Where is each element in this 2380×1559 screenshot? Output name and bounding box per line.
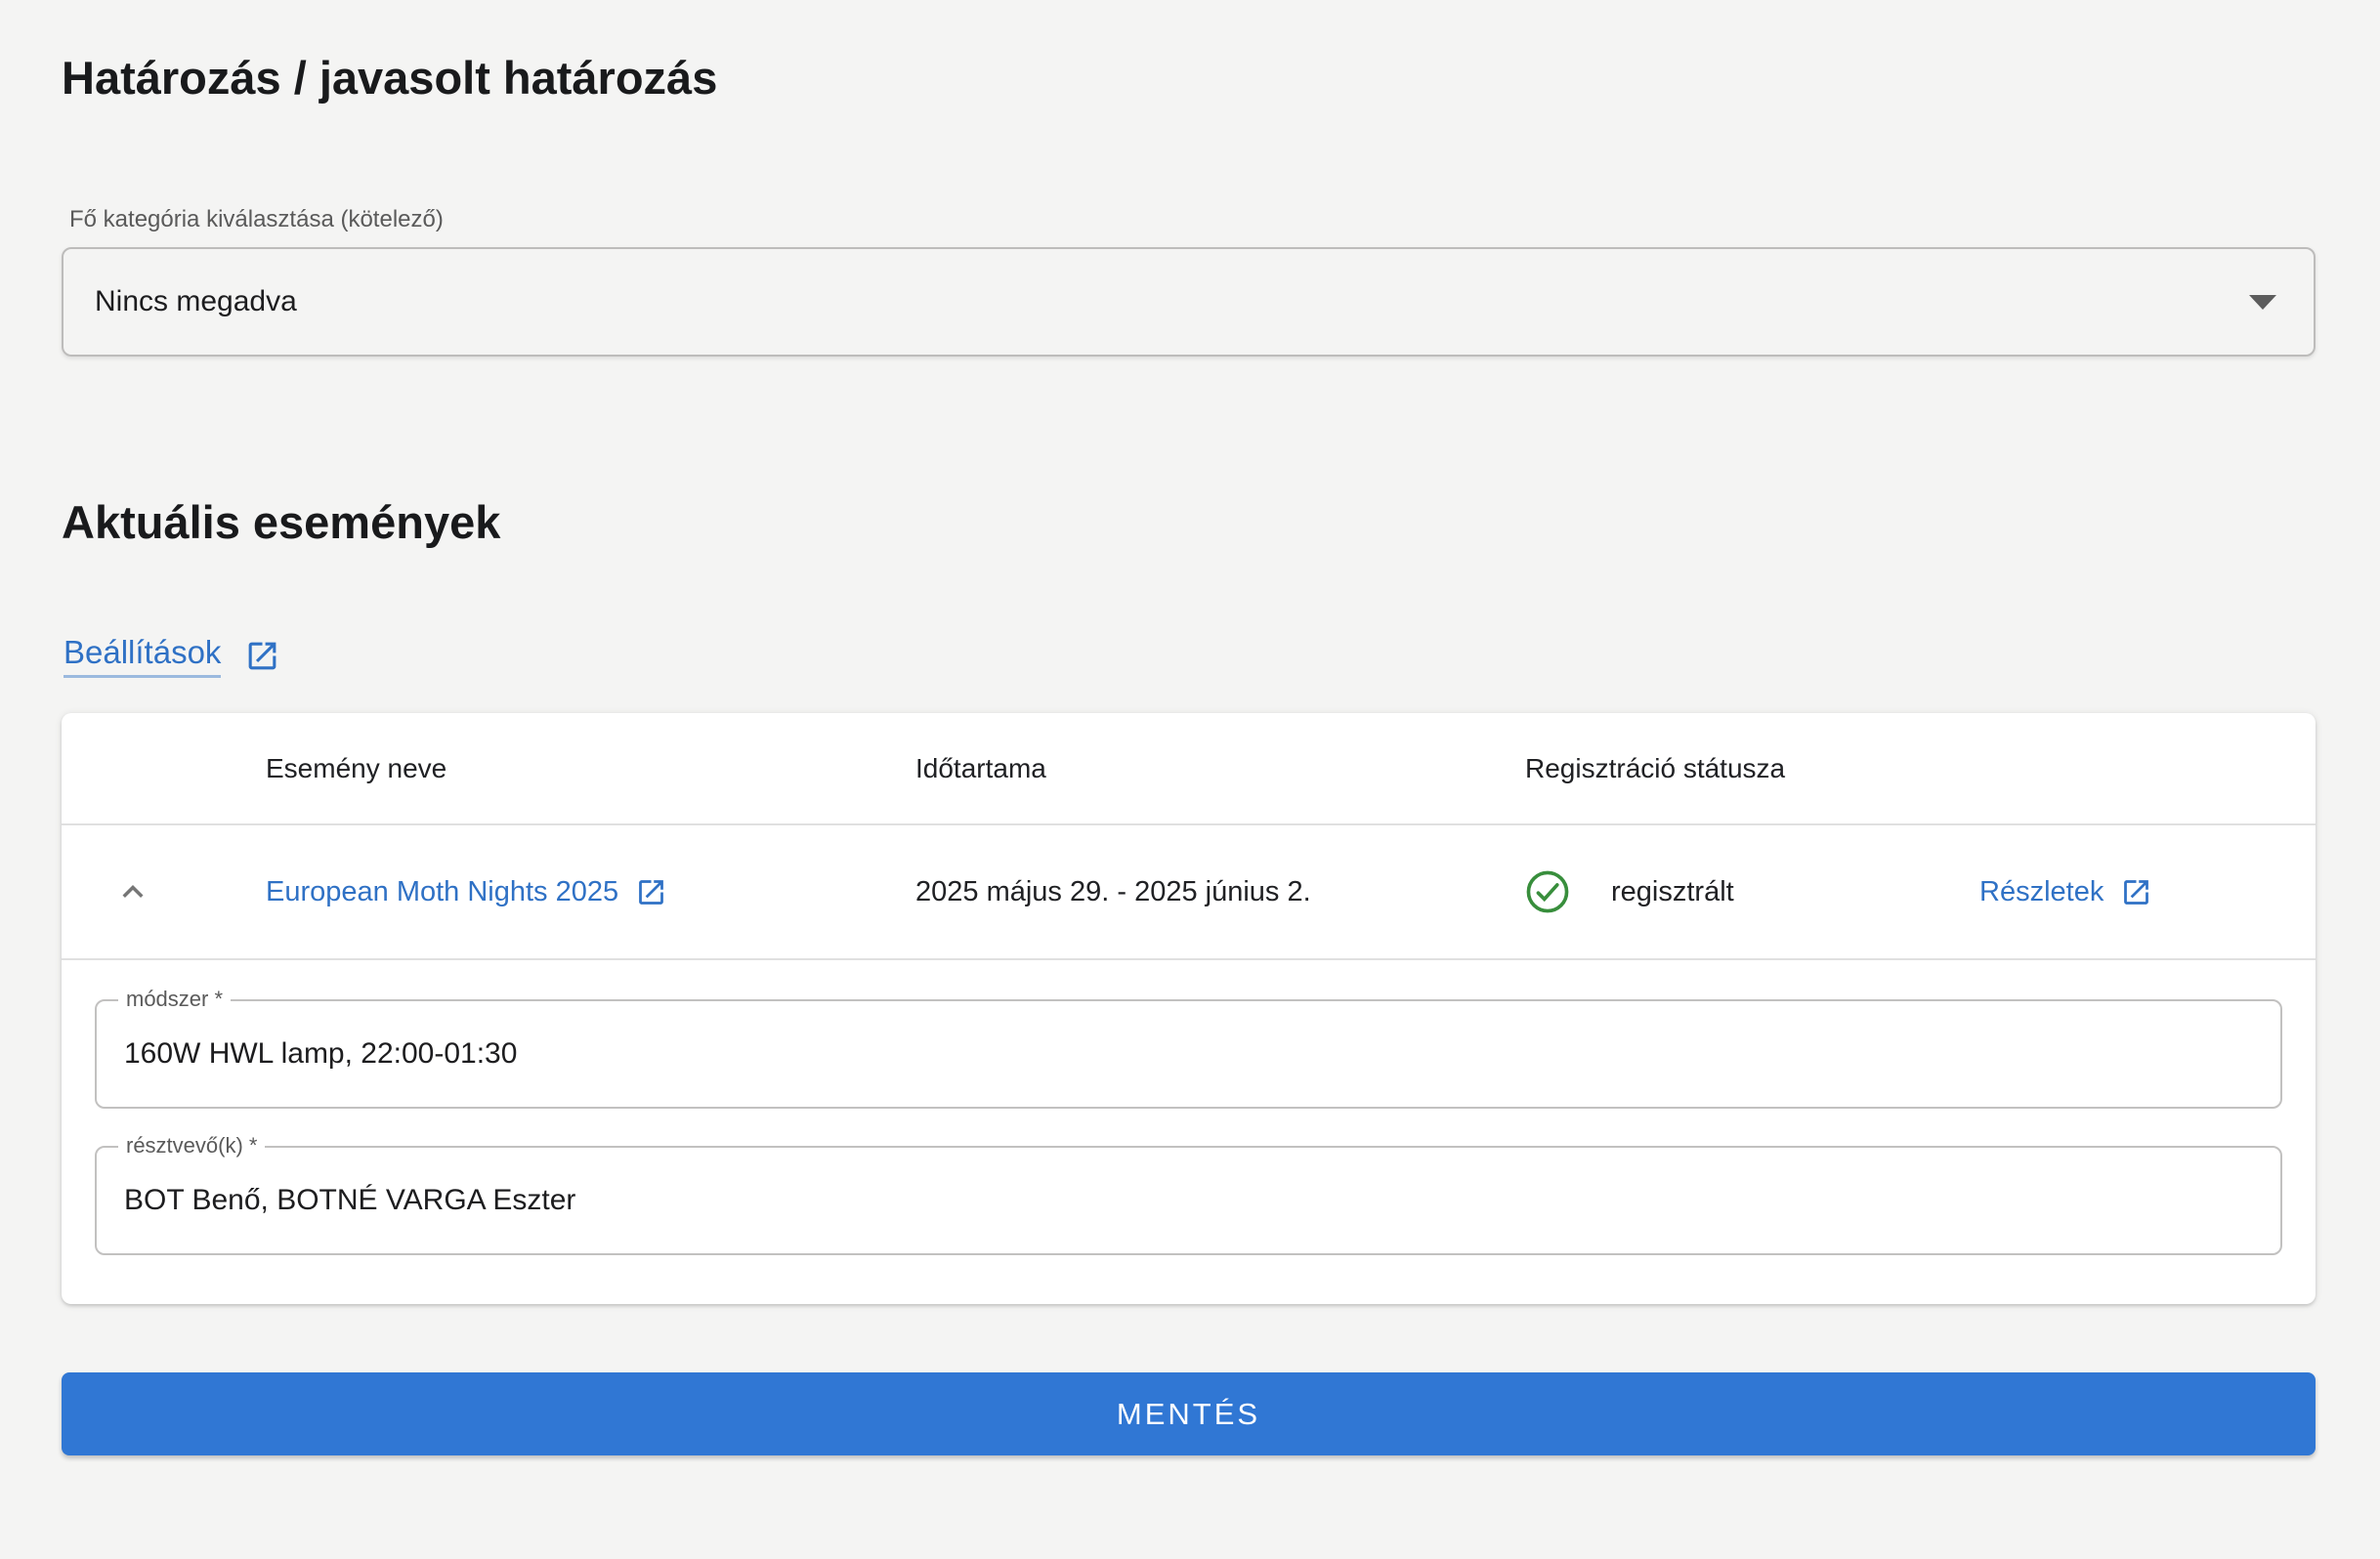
category-select-label: Fő kategória kiválasztása (kötelező)	[69, 205, 2316, 234]
details-link[interactable]: Részletek	[1979, 876, 2152, 908]
page: Határozás / javasolt határozás Fő kategó…	[0, 53, 2380, 1559]
participants-input[interactable]	[97, 1148, 2280, 1253]
method-field: módszer *	[95, 999, 2282, 1109]
event-name-cell: European Moth Nights 2025	[203, 876, 915, 908]
category-select[interactable]: Nincs megadva	[62, 247, 2316, 357]
column-header-duration: Időtartama	[915, 753, 1525, 784]
open-in-new-icon	[635, 876, 667, 908]
event-name-label: European Moth Nights 2025	[266, 876, 618, 908]
settings-link-label: Beállítások	[64, 633, 221, 678]
method-input[interactable]	[97, 1001, 2280, 1107]
open-in-new-icon	[244, 638, 280, 674]
chevron-up-icon	[112, 871, 153, 912]
settings-row: Beállítások	[64, 635, 2316, 676]
check-circle-icon	[1525, 869, 1570, 914]
open-in-new-icon	[2120, 876, 2152, 908]
page-title: Határozás / javasolt határozás	[62, 53, 2316, 104]
event-duration: 2025 május 29. - 2025 június 2.	[915, 876, 1525, 908]
settings-link[interactable]: Beállítások	[64, 633, 280, 678]
column-header-registration-status: Regisztráció státusza	[1525, 753, 1979, 784]
category-select-value: Nincs megadva	[95, 285, 297, 318]
participants-field-label: résztvevő(k) *	[118, 1133, 265, 1159]
method-field-label: módszer *	[118, 987, 231, 1012]
registration-status: regisztrált	[1611, 876, 1734, 908]
save-button[interactable]: MENTÉS	[62, 1372, 2316, 1455]
events-heading: Aktuális események	[62, 497, 2316, 548]
details-cell: Részletek	[1979, 876, 2316, 908]
collapse-row-button[interactable]	[62, 825, 203, 958]
details-link-label: Részletek	[1979, 876, 2104, 908]
table-header-row: Esemény neve Időtartama Regisztráció stá…	[62, 713, 2316, 825]
events-card: Esemény neve Időtartama Regisztráció stá…	[62, 713, 2316, 1304]
expanded-row-details: módszer * résztvevő(k) *	[62, 960, 2316, 1304]
caret-down-icon	[2249, 295, 2276, 310]
column-header-event-name: Esemény neve	[203, 753, 915, 784]
event-name-link[interactable]: European Moth Nights 2025	[266, 876, 667, 908]
participants-field: résztvevő(k) *	[95, 1146, 2282, 1255]
table-row: European Moth Nights 2025 2025 május 29.…	[62, 825, 2316, 960]
registration-status-cell: regisztrált	[1525, 869, 1979, 914]
